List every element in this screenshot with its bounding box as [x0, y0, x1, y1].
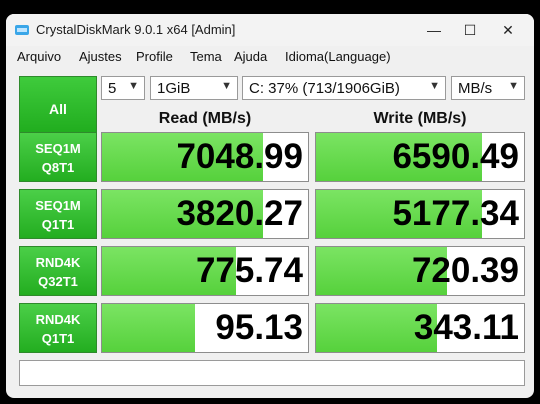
title-bar[interactable]: CrystalDiskMark 9.0.1 x64 [Admin] — ☐ ✕: [6, 14, 534, 46]
menu-bar: Arquivo Ajustes Profile Tema Ajuda Idiom…: [6, 46, 534, 68]
test-name: SEQ1M: [35, 198, 81, 213]
test-button-rnd4k-q1t1[interactable]: RND4K Q1T1: [19, 303, 97, 353]
chevron-down-icon: ▼: [128, 80, 139, 92]
read-value: 95.13: [215, 308, 303, 347]
count-select[interactable]: 5 ▼: [101, 76, 145, 100]
chevron-down-icon: ▼: [429, 80, 440, 92]
test-button-seq1m-q1t1[interactable]: SEQ1M Q1T1: [19, 189, 97, 239]
write-result-rnd4k-q32t1: 720.39: [315, 246, 525, 296]
test-name: SEQ1M: [35, 141, 81, 156]
read-result-seq1m-q1t1: 3820.27: [101, 189, 309, 239]
write-result-seq1m-q8t1: 6590.49: [315, 132, 525, 182]
drive-select[interactable]: C: 37% (713/1906GiB) ▼: [242, 76, 446, 100]
unit-value: MB/s: [458, 80, 493, 97]
test-queue: Q1T1: [41, 331, 75, 346]
window-title: CrystalDiskMark 9.0.1 x64 [Admin]: [36, 22, 236, 37]
app-window: CrystalDiskMark 9.0.1 x64 [Admin] — ☐ ✕ …: [6, 14, 534, 398]
chevron-down-icon: ▼: [221, 80, 232, 92]
read-value: 775.74: [195, 251, 303, 290]
read-value: 3820.27: [176, 194, 303, 233]
drive-value: C: 37% (713/1906GiB): [249, 80, 400, 97]
close-button[interactable]: ✕: [490, 18, 526, 42]
read-result-rnd4k-q32t1: 775.74: [101, 246, 309, 296]
menu-arquivo[interactable]: Arquivo: [17, 49, 61, 64]
maximize-button[interactable]: ☐: [452, 18, 488, 42]
write-value: 343.11: [413, 308, 519, 347]
all-button-label: All: [49, 101, 67, 117]
count-value: 5: [108, 80, 117, 97]
test-button-rnd4k-q32t1[interactable]: RND4K Q32T1: [19, 246, 97, 296]
menu-ajuda[interactable]: Ajuda: [234, 49, 267, 64]
minimize-button[interactable]: —: [416, 18, 452, 42]
write-value: 720.39: [411, 251, 519, 290]
menu-profile[interactable]: Profile: [136, 49, 173, 64]
read-result-seq1m-q8t1: 7048.99: [101, 132, 309, 182]
test-name: RND4K: [35, 312, 81, 327]
chevron-down-icon: ▼: [508, 80, 519, 92]
read-header: Read (MB/s): [158, 110, 252, 127]
test-queue: Q32T1: [38, 274, 78, 289]
comment-field[interactable]: [19, 360, 525, 386]
menu-tema[interactable]: Tema: [190, 49, 222, 64]
write-value: 5177.34: [392, 194, 519, 233]
size-value: 1GiB: [157, 80, 191, 97]
write-result-seq1m-q1t1: 5177.34: [315, 189, 525, 239]
size-select[interactable]: 1GiB ▼: [150, 76, 238, 100]
disk-icon: [15, 25, 29, 35]
test-queue: Q8T1: [41, 160, 75, 175]
write-header: Write (MB/s): [373, 110, 467, 127]
test-queue: Q1T1: [41, 217, 75, 232]
write-value: 6590.49: [392, 137, 519, 176]
menu-ajustes[interactable]: Ajustes: [79, 49, 122, 64]
read-result-rnd4k-q1t1: 95.13: [101, 303, 309, 353]
write-result-rnd4k-q1t1: 343.11: [315, 303, 525, 353]
test-button-seq1m-q8t1[interactable]: SEQ1M Q8T1: [19, 132, 97, 182]
menu-idioma[interactable]: Idioma(Language): [285, 49, 391, 64]
read-bar: [102, 304, 195, 352]
test-name: RND4K: [35, 255, 81, 270]
unit-select[interactable]: MB/s ▼: [451, 76, 525, 100]
read-value: 7048.99: [176, 137, 303, 176]
